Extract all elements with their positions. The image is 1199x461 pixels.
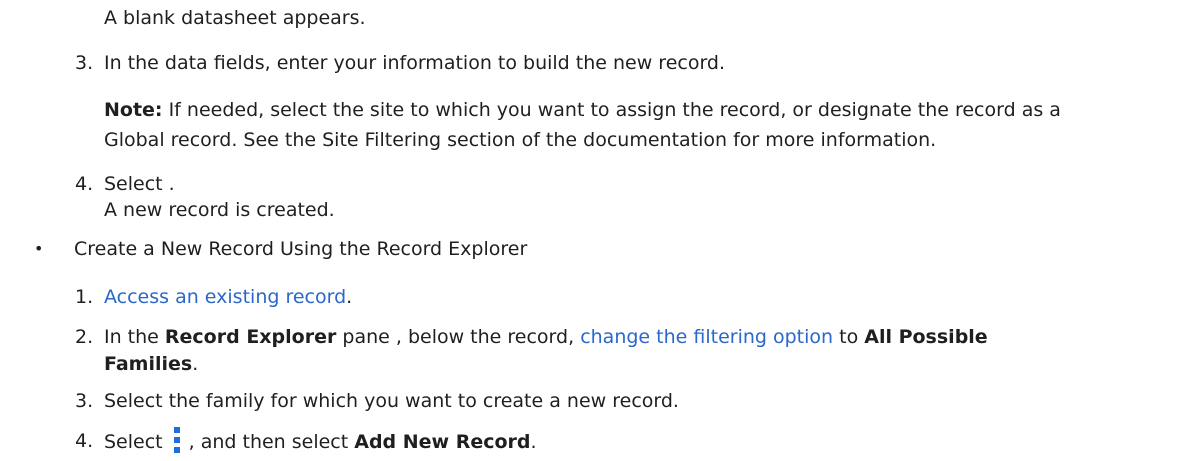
note-text-1: If needed, select the site to which you … (162, 99, 1061, 121)
add-new-record-label: Add New Record (354, 431, 531, 453)
sub-step-2-text-2: Families. (104, 350, 198, 378)
sub-step-2-number: 2. (75, 326, 94, 348)
access-existing-record-link[interactable]: Access an existing record (104, 286, 346, 308)
sub-step-3-number: 3. (75, 390, 94, 412)
sub-step-1-number: 1. (75, 286, 94, 308)
note-label: Note: (104, 99, 163, 121)
families-label: Families (104, 353, 193, 375)
sub-step-2-text: In the Record Explorer pane , below the … (104, 323, 988, 351)
step-3-number: 3. (75, 52, 94, 74)
bullet-symbol: • (34, 239, 44, 258)
change-filtering-option-link[interactable]: change the filtering option (580, 326, 833, 348)
step-4-result: A new record is created. (104, 199, 335, 221)
note-line-1: Note: If needed, select the site to whic… (104, 96, 1061, 125)
sub-step-1-period: . (346, 286, 353, 308)
sub-step-2-mid: pane , below the record, (336, 326, 581, 348)
step2-result-text: A blank datasheet appears. (104, 7, 366, 29)
sub-step-4-pre: Select (104, 431, 163, 453)
sub-step-4-end: . (530, 431, 537, 453)
step-3-text: In the data fields, enter your informati… (104, 52, 726, 74)
sub-step-2-pre: In the (104, 326, 165, 348)
all-possible-label: All Possible (864, 326, 988, 348)
sub-step-2-post: to (833, 326, 865, 348)
sub-step-3-text: Select the family for which you want to … (104, 390, 679, 412)
step-4-number: 4. (75, 173, 94, 195)
sub-step-2-end: . (192, 353, 199, 375)
step-4-text: Select . (104, 173, 175, 195)
record-explorer-label: Record Explorer (164, 326, 337, 348)
document-page: A blank datasheet appears. 3. In the dat… (0, 0, 1199, 460)
note-line-2: Global record. See the Site Filtering se… (104, 126, 936, 155)
note-text-2: Global record. See the Site Filtering se… (104, 129, 937, 151)
sub-step-4-text: Select , and then select Add New Record. (104, 427, 537, 456)
kebab-menu-icon (171, 427, 183, 453)
sub-step-1-text: Access an existing record. (104, 283, 352, 311)
sub-step-4-mid: , and then select (188, 431, 355, 453)
sub-step-4-number: 4. (75, 430, 94, 452)
bullet-title: Create a New Record Using the Record Exp… (74, 238, 528, 260)
